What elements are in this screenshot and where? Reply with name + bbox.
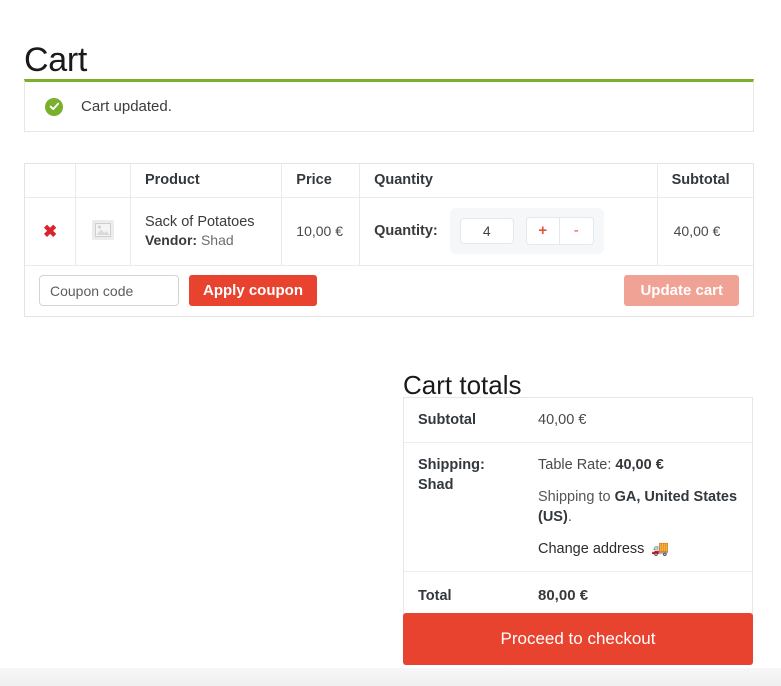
page-bottom-edge bbox=[0, 668, 781, 686]
cart-actions-row: Apply coupon Update cart bbox=[25, 265, 753, 316]
remove-item-cell: ✖ bbox=[25, 197, 77, 266]
product-cell: Sack of Potatoes Vendor: Shad bbox=[130, 197, 283, 266]
product-name[interactable]: Sack of Potatoes bbox=[145, 213, 281, 231]
shipping-to-suffix: . bbox=[567, 509, 572, 525]
totals-subtotal-value: 40,00 € bbox=[524, 398, 752, 443]
totals-shipping-value: Table Rate: 40,00 € Shipping to GA, Unit… bbox=[524, 442, 752, 572]
totals-subtotal-label: Subtotal bbox=[404, 398, 524, 443]
quantity-decrease-button[interactable]: - bbox=[559, 218, 593, 244]
totals-subtotal-row: Subtotal 40,00 € bbox=[404, 398, 752, 443]
header-product: Product bbox=[130, 164, 283, 198]
proceed-to-checkout-button[interactable]: Proceed to checkout bbox=[403, 613, 753, 665]
cart-updated-notice: Cart updated. bbox=[24, 79, 754, 132]
totals-shipping-label: Shipping: Shad bbox=[404, 442, 524, 572]
coupon-code-input[interactable] bbox=[39, 275, 179, 307]
cart-actions-cell: Apply coupon Update cart bbox=[25, 265, 753, 316]
header-quantity: Quantity bbox=[359, 164, 658, 198]
page-title: Cart bbox=[24, 40, 88, 79]
shipping-method-line: Table Rate: 40,00 € bbox=[538, 455, 738, 475]
cart-page: Cart Cart updated. Product Price Quantit… bbox=[0, 0, 781, 686]
quantity-label: Quantity: bbox=[374, 223, 438, 239]
cart-table-header-row: Product Price Quantity Subtotal bbox=[25, 164, 753, 198]
product-subtotal: 40,00 € bbox=[657, 197, 753, 266]
broken-image-placeholder-icon[interactable] bbox=[92, 219, 115, 240]
shipping-vendor-name: Shad bbox=[418, 477, 454, 493]
quantity-increase-button[interactable]: + bbox=[526, 218, 560, 244]
header-price: Price bbox=[281, 164, 361, 198]
check-circle-icon bbox=[45, 97, 63, 116]
update-cart-button[interactable]: Update cart bbox=[624, 275, 739, 307]
apply-coupon-button[interactable]: Apply coupon bbox=[189, 275, 317, 307]
shipping-label-text: Shipping: bbox=[418, 457, 485, 473]
header-thumbnail bbox=[75, 164, 131, 198]
header-remove bbox=[25, 164, 77, 198]
totals-shipping-row: Shipping: Shad Table Rate: 40,00 € Shipp… bbox=[404, 442, 752, 572]
shipping-method-amount: 40,00 € bbox=[615, 457, 664, 473]
remove-item-icon[interactable]: ✖ bbox=[43, 223, 57, 240]
notice-message: Cart updated. bbox=[81, 98, 172, 115]
change-address-link[interactable]: Change address 🚚 bbox=[538, 539, 738, 559]
quantity-cell: Quantity: + - bbox=[359, 197, 658, 266]
shipping-to-prefix: Shipping to bbox=[538, 489, 615, 505]
vendor-name[interactable]: Shad bbox=[201, 232, 234, 248]
shipping-destination-line: Shipping to GA, United States (US). bbox=[538, 487, 738, 527]
cart-table: Product Price Quantity Subtotal ✖ Sack o… bbox=[24, 163, 754, 317]
change-address-label: Change address bbox=[538, 541, 645, 557]
cart-table-row: ✖ Sack of Potatoes Vendor: Shad 10,00 € … bbox=[25, 197, 753, 266]
shipping-method-prefix: Table Rate: bbox=[538, 457, 616, 473]
vendor-label: Vendor: bbox=[144, 231, 198, 248]
product-thumbnail-cell bbox=[75, 197, 131, 266]
quantity-stepper: + - bbox=[449, 208, 604, 254]
product-price: 10,00 € bbox=[281, 197, 361, 266]
product-vendor: Vendor: Shad bbox=[145, 231, 281, 250]
delivery-truck-icon: 🚚 bbox=[651, 540, 670, 557]
cart-totals-table: Subtotal 40,00 € Shipping: Shad Table Ra… bbox=[403, 397, 753, 621]
header-subtotal: Subtotal bbox=[657, 164, 753, 198]
quantity-input[interactable] bbox=[459, 218, 514, 244]
